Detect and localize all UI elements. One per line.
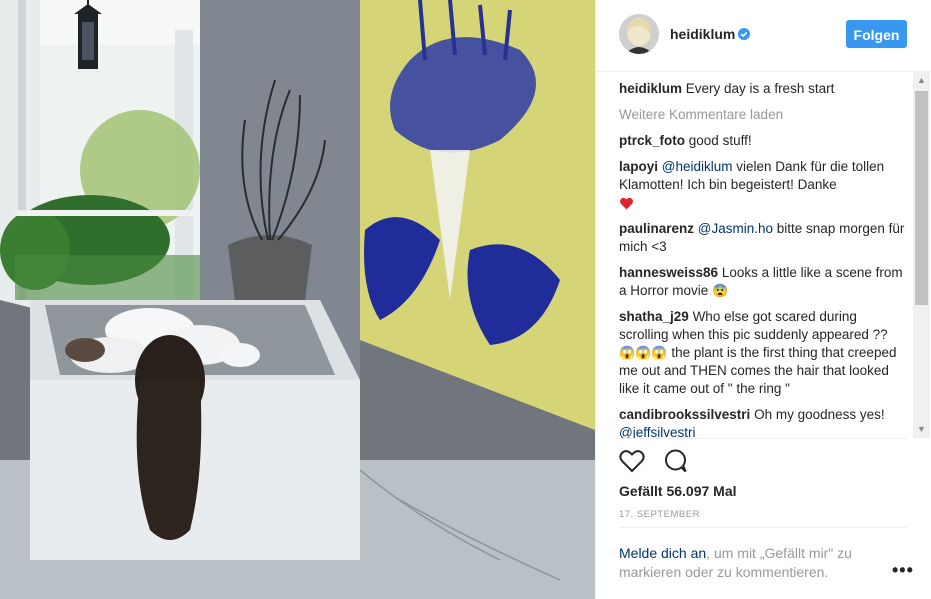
comment-text: good stuff!	[688, 133, 752, 148]
scroll-up-icon[interactable]: ▲	[913, 72, 930, 89]
heart-emoji-icon	[619, 195, 634, 210]
comment-mention[interactable]: @Jasmin.ho	[698, 221, 773, 236]
post-photo[interactable]	[0, 0, 595, 599]
list-item: candibrookssilvestri Oh my goodness yes!…	[619, 406, 909, 438]
comment-mention[interactable]: @jeffsilvestri	[619, 425, 695, 438]
likes-count[interactable]: Gefällt 56.097 Mal	[619, 483, 737, 499]
avatar-image	[619, 14, 659, 54]
scroll-down-icon[interactable]: ▼	[913, 421, 930, 438]
photo-illustration	[0, 0, 595, 599]
login-prompt: Melde dich an, um mit „Gefällt mir" zu m…	[619, 544, 879, 582]
list-item: shatha_j29 Who else got scared during sc…	[619, 308, 909, 398]
load-more-comments[interactable]: Weitere Kommentare laden	[619, 106, 909, 124]
comment-username[interactable]: hannesweiss86	[619, 265, 718, 280]
username[interactable]: heidiklum	[670, 26, 735, 42]
caption: heidiklum Every day is a fresh start	[619, 80, 909, 98]
more-options-icon[interactable]: •••	[892, 560, 914, 581]
caption-text: Every day is a fresh start	[685, 81, 835, 96]
list-item: ptrck_foto good stuff!	[619, 132, 909, 150]
fearful-face-emoji-icon: 😨	[712, 283, 729, 298]
heart-icon[interactable]	[619, 449, 645, 478]
comment-username[interactable]: lapoyi	[619, 159, 658, 174]
verified-icon	[738, 27, 750, 45]
list-item: lapoyi @heidiklum vielen Dank für die to…	[619, 158, 909, 212]
comment-text: vielen Dank für die tollen Klamotten! Ic…	[619, 159, 885, 192]
divider	[619, 438, 907, 439]
divider	[619, 527, 907, 528]
login-link[interactable]: Melde dich an	[619, 545, 706, 561]
post-header: heidiklum Folgen	[596, 0, 931, 72]
list-item: paulinarenz @Jasmin.ho bitte snap morgen…	[619, 220, 909, 256]
list-item: hannesweiss86 Looks a little like a scen…	[619, 264, 909, 300]
comment-username[interactable]: ptrck_foto	[619, 133, 685, 148]
action-bar	[619, 449, 689, 478]
comment-text: Oh my goodness yes!	[754, 407, 885, 422]
caption-username[interactable]: heidiklum	[619, 81, 682, 96]
comment-username[interactable]: paulinarenz	[619, 221, 694, 236]
comment-username[interactable]: shatha_j29	[619, 309, 689, 324]
post-date: 17. SEPTEMBER	[619, 509, 700, 520]
comment-icon[interactable]	[663, 449, 689, 478]
comments-list[interactable]: heidiklum Every day is a fresh start Wei…	[619, 80, 909, 438]
scrollbar-thumb[interactable]	[915, 91, 928, 305]
comments-scrollbar[interactable]: ▲ ▼	[913, 72, 930, 438]
screaming-face-emoji-icon: 😱😱😱	[619, 345, 668, 360]
comment-mention[interactable]: @heidiklum	[662, 159, 733, 174]
avatar[interactable]	[619, 14, 659, 54]
comment-username[interactable]: candibrookssilvestri	[619, 407, 750, 422]
post-sidebar: heidiklum Folgen heidiklum Every day is …	[595, 0, 931, 599]
follow-button[interactable]: Folgen	[846, 20, 907, 48]
